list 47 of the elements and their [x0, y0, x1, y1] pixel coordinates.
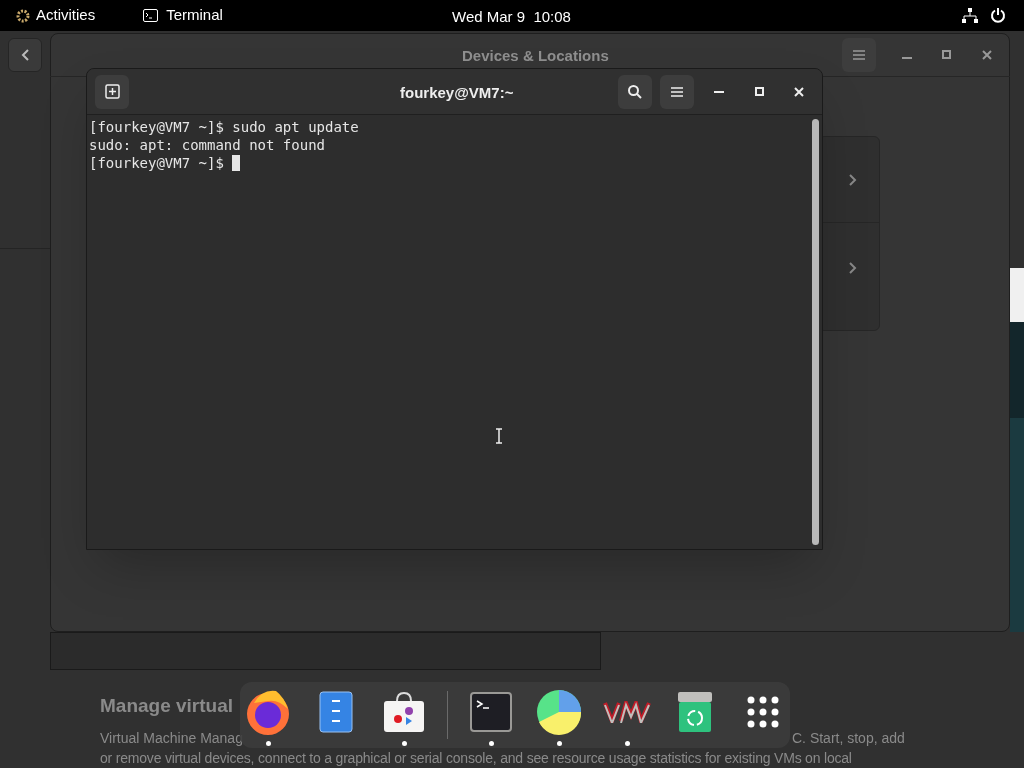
back-button[interactable]	[8, 38, 42, 72]
maximize-icon	[754, 87, 764, 96]
files-icon[interactable]	[318, 691, 353, 733]
chevron-left-icon	[21, 49, 29, 61]
chevron-right-icon	[849, 261, 857, 274]
description-text: C. Start, stop, add	[792, 729, 905, 748]
minimize-icon	[714, 90, 724, 93]
terminal-icon[interactable]	[469, 692, 512, 732]
network-icon[interactable]	[962, 8, 978, 23]
window-title: fourkey@VM7:~	[400, 83, 514, 103]
search-button[interactable]	[618, 74, 652, 109]
clock[interactable]: Wed Mar 9 10:08	[452, 6, 571, 29]
pie-chart-icon[interactable]	[535, 689, 582, 735]
running-indicator-icon	[624, 741, 630, 746]
app-menu-button[interactable]: Terminal	[143, 4, 223, 27]
i-beam-cursor-icon	[496, 428, 502, 444]
activities-button[interactable]: Activities	[16, 4, 96, 27]
running-indicator-icon	[556, 741, 562, 746]
maximize-icon[interactable]	[942, 50, 951, 59]
recycle-bin-icon[interactable]	[676, 691, 713, 733]
window-title: Devices & Locations	[462, 46, 609, 66]
terminal-line: [fourkey@VM7 ~]$	[89, 154, 225, 172]
menu-button[interactable]	[842, 38, 876, 72]
close-icon[interactable]	[982, 50, 992, 60]
search-icon	[628, 84, 642, 99]
new-tab-icon	[104, 84, 120, 99]
close-icon	[794, 86, 804, 97]
vm-logo-icon[interactable]	[602, 701, 651, 723]
chevron-right-icon	[849, 173, 857, 186]
text-cursor	[232, 155, 241, 171]
menu-icon	[853, 50, 865, 60]
terminal-icon	[143, 9, 159, 22]
shopping-bag-icon[interactable]	[381, 691, 426, 733]
terminal-line: [fourkey@VM7 ~]$ sudo apt update	[89, 118, 359, 136]
running-indicator-icon	[265, 741, 271, 746]
new-tab-button[interactable]	[95, 74, 129, 109]
apps-grid-icon[interactable]	[745, 695, 780, 729]
gear-icon	[16, 8, 30, 23]
description-text: Virtual Machine Manag	[100, 729, 243, 748]
heading: Manage virtual	[100, 694, 234, 718]
description-text: or remove virtual devices, connect to a graphical or serial console, and see resource usage statistics for existing VMs on local	[100, 749, 852, 768]
menu-icon	[671, 86, 683, 97]
menu-button[interactable]	[660, 74, 694, 109]
running-indicator-icon	[488, 741, 494, 746]
terminal-line: sudo: apt: command not found	[89, 136, 325, 154]
power-icon[interactable]	[990, 7, 1006, 23]
running-indicator-icon	[401, 741, 407, 746]
